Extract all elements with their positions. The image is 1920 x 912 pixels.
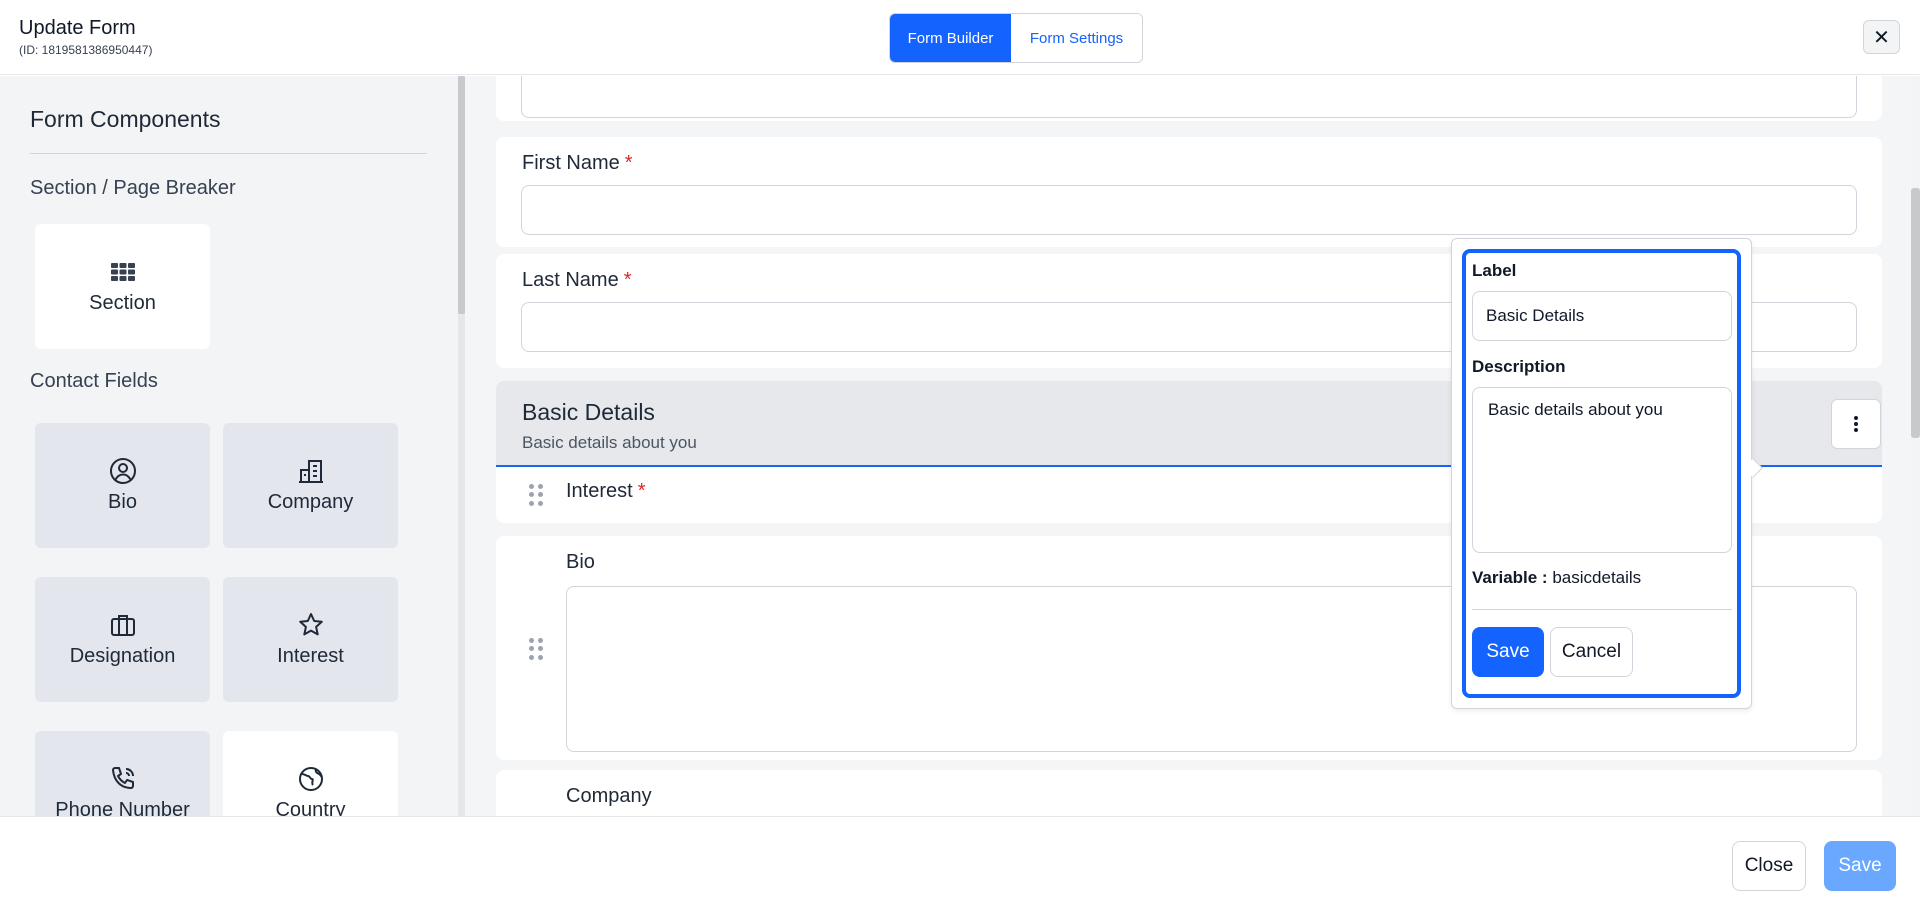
label-field-title: Label (1472, 261, 1517, 280)
drag-handle-icon[interactable] (529, 638, 543, 660)
field-label-text: Interest (566, 480, 633, 502)
tab-group: Form Builder Form Settings (889, 13, 1143, 63)
tab-form-settings[interactable]: Form Settings (1011, 14, 1142, 62)
popover-cancel-button[interactable]: Cancel (1550, 627, 1633, 677)
close-icon[interactable]: ✕ (1863, 20, 1900, 54)
globe-icon (298, 767, 323, 791)
label-input[interactable]: Basic Details (1472, 291, 1732, 341)
form-id: (ID: 1819581386950447) (19, 43, 153, 57)
component-section[interactable]: Section (35, 224, 210, 349)
component-company[interactable]: Company (223, 423, 398, 548)
required-marker: * (624, 152, 633, 174)
star-icon (298, 613, 323, 636)
save-button[interactable]: Save (1824, 841, 1896, 891)
field-block-first-name[interactable]: First Name * (496, 137, 1882, 247)
component-interest[interactable]: Interest (223, 577, 398, 702)
group-title-contact: Contact Fields (30, 370, 158, 392)
field-label-text: First Name (522, 152, 620, 174)
component-designation[interactable]: Designation (35, 577, 210, 702)
tab-form-builder[interactable]: Form Builder (890, 14, 1011, 62)
footer: Close Save (0, 816, 1920, 912)
field-input[interactable] (521, 76, 1857, 118)
field-label: Interest * (566, 480, 646, 503)
variable-row: Variable : basicdetails (1472, 568, 1641, 588)
divider (1472, 609, 1732, 610)
component-bio[interactable]: Bio (35, 423, 210, 548)
section-description: Basic details about you (522, 433, 697, 452)
main-scrollbar-thumb[interactable] (1911, 188, 1920, 438)
required-marker: * (637, 480, 646, 502)
section-edit-popover: Label Basic Details Description Basic de… (1451, 238, 1752, 709)
popover-save-button[interactable]: Save (1472, 627, 1544, 677)
main-scrollbar[interactable] (1911, 76, 1920, 816)
field-label: First Name * (522, 152, 633, 175)
more-options-button[interactable] (1831, 399, 1881, 449)
component-label: Designation (69, 645, 176, 667)
field-block (496, 76, 1882, 121)
briefcase-icon (110, 615, 135, 636)
required-marker: * (623, 269, 632, 291)
variable-value: basicdetails (1552, 568, 1642, 587)
section-title: Basic Details (522, 399, 655, 425)
sidebar-scrollbar-thumb[interactable] (458, 76, 465, 314)
group-title-section: Section / Page Breaker (30, 177, 236, 199)
component-label: Bio (108, 491, 137, 513)
kebab-icon (1854, 416, 1858, 432)
component-label: Section (89, 292, 156, 314)
field-label-text: Last Name (522, 269, 619, 291)
description-field-title: Description (1472, 357, 1566, 376)
phone-icon (111, 767, 134, 789)
field-label: Bio (566, 551, 595, 573)
user-circle-icon (109, 458, 136, 484)
building-icon (298, 460, 323, 483)
field-label: Last Name * (522, 269, 632, 292)
page-title: Update Form (19, 17, 136, 39)
field-label: Company (566, 785, 652, 807)
popover-form: Label Basic Details Description Basic de… (1462, 249, 1741, 698)
divider (30, 153, 427, 154)
variable-label: Variable : (1472, 568, 1548, 587)
component-label: Company (267, 491, 354, 513)
header: Update Form (ID: 1819581386950447) Form … (0, 0, 1920, 75)
component-label: Phone Number (55, 799, 190, 816)
sidebar-heading: Form Components (30, 106, 221, 132)
component-country[interactable]: Country (223, 731, 398, 816)
field-block-company[interactable]: Company (496, 770, 1882, 816)
sidebar: Form Components Section / Page Breaker S… (0, 76, 459, 816)
close-button[interactable]: Close (1732, 841, 1806, 891)
description-textarea[interactable]: Basic details about you (1472, 387, 1732, 553)
component-label: Country (275, 799, 346, 816)
component-phone-number[interactable]: Phone Number (35, 731, 210, 816)
drag-handle-icon[interactable] (529, 484, 543, 506)
first-name-input[interactable] (521, 185, 1857, 235)
component-label: Interest (277, 645, 344, 667)
grid-icon (110, 263, 135, 281)
